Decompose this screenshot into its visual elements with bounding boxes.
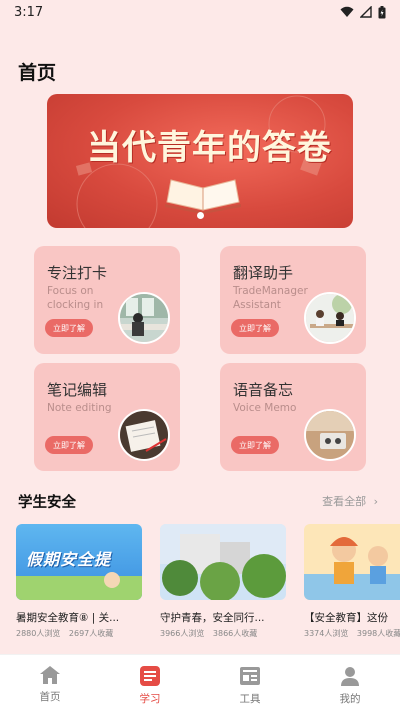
page-title: 首页 bbox=[18, 62, 57, 84]
card-voice-memo[interactable]: 语音备忘 Voice Memo 立即了解 bbox=[220, 363, 366, 471]
status-icons bbox=[340, 5, 386, 19]
nav-label: 工具 bbox=[239, 693, 261, 705]
card-subtitle: Focus on clocking in bbox=[47, 285, 104, 311]
open-book-icon bbox=[165, 179, 241, 214]
learn-more-button[interactable]: 立即了解 bbox=[231, 436, 279, 454]
chevron-right-icon: › bbox=[373, 495, 378, 508]
tools-icon bbox=[240, 667, 260, 685]
article-card[interactable]: 假期安全提 暑期安全教育⑧ | 关... 2880人浏览 2697人收藏 bbox=[16, 524, 142, 642]
study-photo-icon bbox=[118, 292, 170, 344]
card-note-editing[interactable]: 笔记编辑 Note editing 立即了解 bbox=[34, 363, 180, 471]
article-thumbnail bbox=[160, 524, 286, 600]
nav-label: 首页 bbox=[39, 691, 61, 703]
study-icon bbox=[140, 666, 160, 686]
article-meta: 3966人浏览 3866人收藏 bbox=[160, 628, 286, 639]
learn-more-button[interactable]: 立即了解 bbox=[45, 319, 93, 337]
cartoon-children-image bbox=[304, 537, 400, 600]
wifi-icon bbox=[340, 6, 354, 17]
signal-icon bbox=[360, 6, 372, 18]
nav-home[interactable]: 首页 bbox=[0, 655, 100, 712]
thumbnail-decoration bbox=[16, 572, 142, 600]
article-views: 3966人浏览 bbox=[160, 629, 205, 638]
nav-study[interactable]: 学习 bbox=[100, 655, 200, 712]
meeting-photo-icon bbox=[304, 292, 356, 344]
carousel-indicator-dot[interactable] bbox=[197, 212, 204, 219]
learn-more-button[interactable]: 立即了解 bbox=[45, 436, 93, 454]
campus-image bbox=[160, 524, 286, 600]
card-title: 翻译助手 bbox=[233, 264, 294, 282]
card-translation-assistant[interactable]: 翻译助手 TradeManager Assistant 立即了解 bbox=[220, 246, 366, 354]
bottom-nav: 首页 学习 工具 我的 bbox=[0, 654, 400, 712]
card-title: 语音备忘 bbox=[233, 381, 294, 399]
card-subtitle: Note editing bbox=[47, 402, 112, 414]
learn-more-button[interactable]: 立即了解 bbox=[231, 319, 279, 337]
banner-carousel[interactable]: 当代青年的答卷 bbox=[47, 94, 353, 228]
article-meta: 3374人浏览 3998人收藏 bbox=[304, 628, 400, 639]
card-focus-checkin[interactable]: 专注打卡 Focus on clocking in 立即了解 bbox=[34, 246, 180, 354]
nav-tools[interactable]: 工具 bbox=[200, 655, 300, 712]
voice-photo-icon bbox=[304, 409, 356, 461]
article-card[interactable]: 守护青春，安全同行... 3966人浏览 3866人收藏 bbox=[160, 524, 286, 642]
section-title: 学生安全 bbox=[18, 495, 76, 511]
article-card[interactable]: 【安全教育】这份 3374人浏览 3998人收藏 bbox=[304, 524, 400, 642]
nav-label: 学习 bbox=[139, 693, 161, 705]
article-thumbnail: 假期安全提 bbox=[16, 524, 142, 600]
home-icon bbox=[40, 666, 60, 684]
article-title: 【安全教育】这份 bbox=[304, 612, 388, 624]
see-all-label: 查看全部 bbox=[322, 495, 367, 508]
notebook-photo-icon bbox=[118, 409, 170, 461]
profile-icon bbox=[341, 667, 359, 686]
battery-icon bbox=[378, 5, 386, 18]
card-title: 专注打卡 bbox=[47, 264, 108, 282]
article-favorites: 3998人收藏 bbox=[356, 629, 400, 638]
article-thumbnail bbox=[304, 524, 400, 600]
card-subtitle: Voice Memo bbox=[233, 402, 297, 414]
article-title: 暑期安全教育⑧ | 关... bbox=[16, 612, 120, 624]
article-title: 守护青春，安全同行... bbox=[160, 612, 265, 624]
status-time: 3:17 bbox=[14, 4, 44, 20]
banner-headline: 当代青年的答卷 bbox=[87, 128, 332, 168]
article-meta: 2880人浏览 2697人收藏 bbox=[16, 628, 142, 639]
see-all-link[interactable]: 查看全部 › bbox=[322, 493, 378, 509]
article-favorites: 3866人收藏 bbox=[212, 629, 258, 638]
nav-profile[interactable]: 我的 bbox=[300, 655, 400, 712]
nav-label: 我的 bbox=[339, 693, 361, 705]
card-title: 笔记编辑 bbox=[47, 381, 108, 399]
article-favorites: 2697人收藏 bbox=[68, 629, 114, 638]
status-bar: 3:17 bbox=[0, 0, 400, 24]
article-views: 3374人浏览 bbox=[304, 629, 349, 638]
card-subtitle: TradeManager Assistant bbox=[233, 285, 308, 311]
article-views: 2880人浏览 bbox=[16, 629, 61, 638]
